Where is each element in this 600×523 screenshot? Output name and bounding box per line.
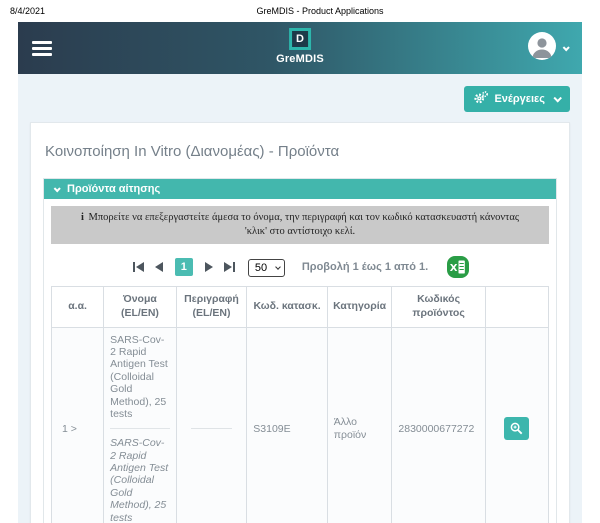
- table-row: 1 > SARS-Cov-2 Rapid Antigen Test (Collo…: [52, 327, 549, 523]
- screen: 8/4/2021 GreMDIS - Product Applications …: [0, 0, 600, 523]
- col-header-product-code: Κωδικός προϊόντος: [392, 287, 485, 327]
- content: Ενέργειες Κοινοποίηση In Vitro (Διανομέα…: [18, 74, 582, 523]
- previous-page-icon[interactable]: [153, 260, 165, 274]
- description-cell[interactable]: [176, 327, 247, 523]
- name-cell[interactable]: SARS-Cov-2 Rapid Antigen Test (Colloidal…: [104, 327, 177, 523]
- manufacturer-code-cell[interactable]: S3109E: [247, 327, 328, 523]
- page-size-select[interactable]: 50: [248, 259, 285, 277]
- next-page-icon[interactable]: [203, 260, 215, 274]
- page-background: D GreMDIS: [18, 22, 582, 523]
- section-header-label: Προϊόντα αίτησης: [67, 183, 160, 195]
- table-header-row: α.α. Όνομα (EL/EN) Περιγραφή (EL/EN) Κωδ…: [52, 287, 549, 327]
- print-header: 8/4/2021 GreMDIS - Product Applications: [0, 0, 600, 22]
- app-name: GreMDIS: [276, 53, 324, 65]
- first-page-icon[interactable]: [131, 260, 146, 274]
- hamburger-icon[interactable]: [32, 38, 52, 59]
- print-title: GreMDIS - Product Applications: [150, 6, 590, 16]
- section-header-toggle[interactable]: Προϊόντα αίτησης: [44, 179, 556, 199]
- col-header-manufacturer-code: Κωδ. κατασκ.: [247, 287, 328, 327]
- name-el-text: SARS-Cov-2 Rapid Antigen Test (Colloidal…: [110, 334, 170, 421]
- last-page-icon[interactable]: [222, 260, 237, 274]
- navbar: D GreMDIS: [18, 22, 582, 74]
- category-cell: Άλλο προϊόν: [327, 327, 392, 523]
- print-date: 8/4/2021: [10, 6, 150, 16]
- svg-text:X: X: [450, 263, 458, 274]
- chevron-down-icon: [54, 185, 61, 192]
- page-title: Κοινοποίηση In Vitro (Διανομέας) - Προϊό…: [45, 143, 555, 160]
- col-header-index: α.α.: [52, 287, 104, 327]
- avatar-icon: [528, 32, 556, 65]
- col-header-category: Κατηγορία: [327, 287, 392, 327]
- actions-button-label: Ενέργειες: [494, 93, 545, 105]
- products-section: Προϊόντα αίτησης i Μπορείτε να επεξεργασ…: [43, 178, 557, 523]
- product-code-cell: 2830000677272: [392, 327, 485, 523]
- chevron-down-icon: [553, 94, 561, 102]
- info-icon: i: [81, 212, 84, 223]
- actions-row: Ενέργειες: [30, 86, 570, 112]
- divider: [191, 428, 231, 429]
- current-page-button[interactable]: 1: [175, 258, 193, 276]
- col-header-description: Περιγραφή (EL/EN): [176, 287, 247, 327]
- info-text: Μπορείτε να επεξεργαστείτε άμεσα το όνομ…: [89, 212, 520, 237]
- main-panel: Κοινοποίηση In Vitro (Διανομέας) - Προϊό…: [30, 122, 570, 523]
- app-logo: D: [289, 28, 311, 50]
- products-table: α.α. Όνομα (EL/EN) Περιγραφή (EL/EN) Κωδ…: [51, 286, 549, 523]
- divider: [110, 428, 170, 429]
- paginator: 1 50 Προβολή 1 έως 1 από 1.: [51, 256, 549, 278]
- col-header-actions: [485, 287, 548, 327]
- paginator-summary: Προβολή 1 έως 1 από 1.: [302, 261, 428, 273]
- brand[interactable]: D GreMDIS: [276, 28, 324, 65]
- name-en-text: SARS-Cov-2 Rapid Antigen Test (Colloidal…: [110, 437, 170, 523]
- row-expand-cell[interactable]: 1 >: [52, 327, 104, 523]
- row-actions-cell: [485, 327, 548, 523]
- info-box: i Μπορείτε να επεξεργαστείτε άμεσα το όν…: [51, 206, 549, 244]
- search-plus-icon[interactable]: [504, 417, 529, 440]
- actions-button[interactable]: Ενέργειες: [464, 86, 570, 112]
- user-menu[interactable]: [528, 32, 568, 65]
- page-size-select-wrap: 50: [248, 258, 285, 277]
- excel-export-icon[interactable]: X: [447, 256, 469, 278]
- chevron-down-icon: [563, 44, 570, 51]
- section-body: i Μπορείτε να επεξεργαστείτε άμεσα το όν…: [44, 199, 556, 523]
- cogs-icon: [474, 91, 488, 107]
- col-header-name: Όνομα (EL/EN): [104, 287, 177, 327]
